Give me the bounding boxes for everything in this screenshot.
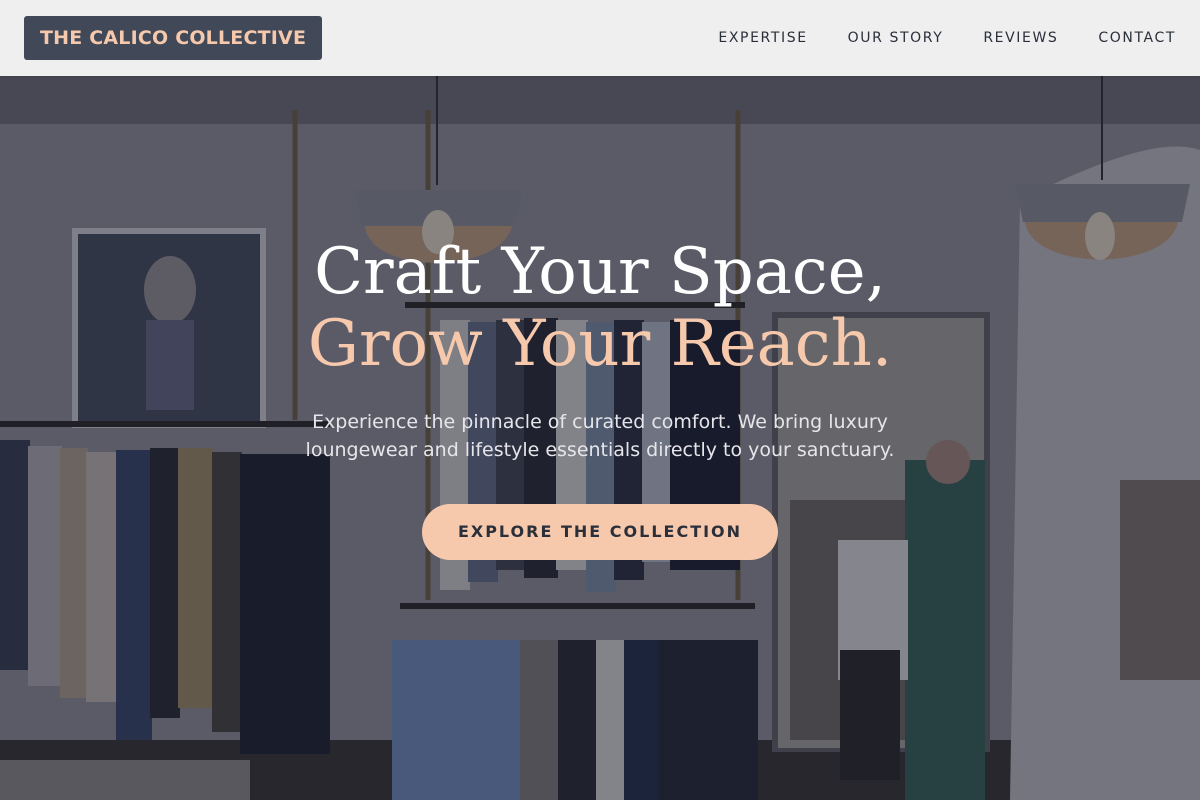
brand-logo[interactable]: THE CALICO COLLECTIVE xyxy=(24,16,323,60)
nav-link-expertise[interactable]: EXPERTISE xyxy=(718,30,807,46)
hero-section: Craft Your Space, Grow Your Reach. Exper… xyxy=(0,236,1200,560)
explore-collection-button[interactable]: EXPLORE THE COLLECTION xyxy=(422,504,778,560)
nav-link-contact[interactable]: CONTACT xyxy=(1098,30,1176,46)
nav-menu: EXPERTISE OUR STORY REVIEWS CONTACT xyxy=(718,30,1176,46)
hero-subtext: Experience the pinnacle of curated comfo… xyxy=(305,411,895,461)
top-navbar: THE CALICO COLLECTIVE EXPERTISE OUR STOR… xyxy=(0,0,1200,76)
hero-headline-line2: Grow Your Reach. xyxy=(307,307,893,381)
hero-headline: Craft Your Space, Grow Your Reach. xyxy=(0,236,1200,380)
nav-link-our-story[interactable]: OUR STORY xyxy=(848,30,944,46)
hero-headline-line1: Craft Your Space, xyxy=(314,235,886,309)
nav-link-reviews[interactable]: REVIEWS xyxy=(983,30,1058,46)
